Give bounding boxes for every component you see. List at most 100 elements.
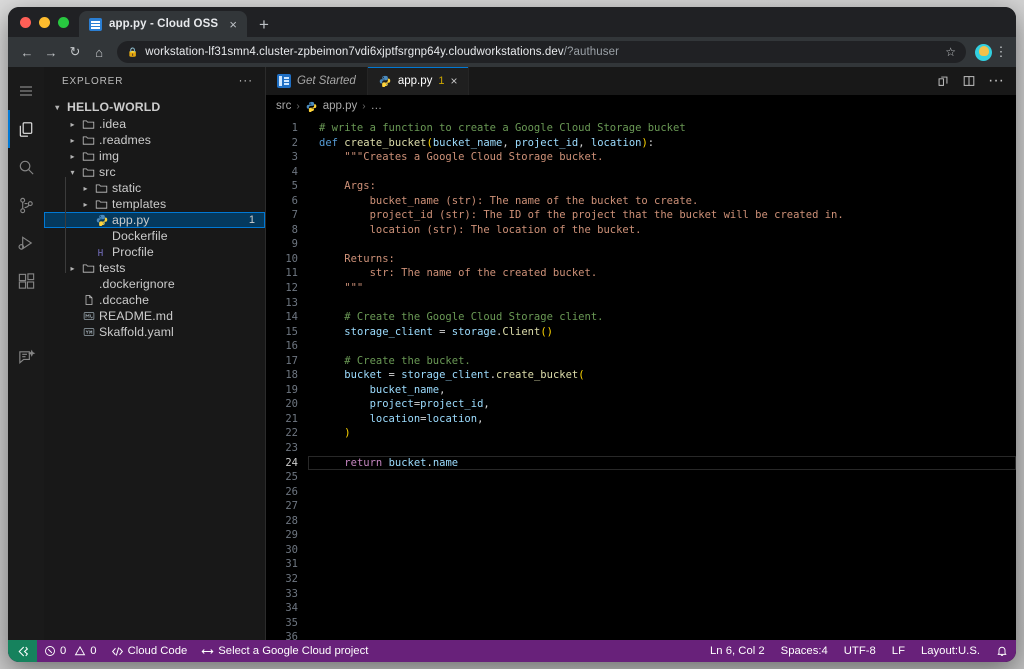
tree-folder[interactable]: ▸img <box>44 148 265 164</box>
tree-file[interactable]: .dccache <box>44 292 265 308</box>
status-cursor-position[interactable]: Ln 6, Col 2 <box>702 640 773 662</box>
code-line[interactable] <box>319 557 1016 572</box>
chevron-down-icon[interactable]: ▾ <box>67 168 78 177</box>
new-tab-button[interactable]: + <box>259 16 269 33</box>
code-line[interactable]: ) <box>319 426 1016 441</box>
reload-icon[interactable]: ↻ <box>64 41 86 63</box>
tree-root[interactable]: ▾HELLO-WORLD <box>44 98 265 116</box>
breadcrumb-item-file[interactable]: app.py <box>323 100 358 112</box>
forward-icon[interactable]: → <box>40 41 62 63</box>
close-window-button[interactable] <box>20 17 31 28</box>
tree-folder[interactable]: ▾src <box>44 164 265 180</box>
code-line[interactable]: # Create the bucket. <box>319 354 1016 369</box>
code-line[interactable] <box>319 587 1016 602</box>
code-lines[interactable]: # write a function to create a Google Cl… <box>308 121 1016 640</box>
tree-file[interactable]: .dockerignore <box>44 276 265 292</box>
code-line[interactable]: # write a function to create a Google Cl… <box>319 121 1016 136</box>
search-icon[interactable] <box>8 148 44 186</box>
code-line[interactable] <box>319 296 1016 311</box>
browser-tab[interactable]: app.py - Cloud OSS × <box>79 11 247 37</box>
browser-menu-icon[interactable]: ⋮ <box>994 47 1008 56</box>
tree-folder[interactable]: ▸static <box>44 180 265 196</box>
status-problems[interactable]: 0 0 <box>37 640 104 662</box>
chat-icon[interactable] <box>8 338 44 376</box>
address-bar[interactable]: 🔒 workstation-lf31smn4.cluster-zpbeimon7… <box>117 41 966 63</box>
code-editor[interactable]: 1234567891011121314151617181920212223242… <box>266 117 1016 640</box>
chevron-down-icon[interactable]: ▾ <box>52 103 63 112</box>
menu-icon[interactable] <box>8 72 44 110</box>
code-line[interactable]: Returns: <box>319 252 1016 267</box>
explorer-icon[interactable] <box>8 110 44 148</box>
status-gcp-project[interactable]: Select a Google Cloud project <box>194 640 375 662</box>
code-line[interactable] <box>319 543 1016 558</box>
close-icon[interactable]: × <box>227 18 239 31</box>
tree-file[interactable]: Procfile <box>44 244 265 260</box>
breadcrumb[interactable]: src › app.py › … <box>266 95 1016 117</box>
tree-file[interactable]: README.md <box>44 308 265 324</box>
code-line[interactable]: bucket_name (str): The name of the bucke… <box>319 194 1016 209</box>
extensions-icon[interactable] <box>8 262 44 300</box>
code-line[interactable] <box>319 572 1016 587</box>
code-line[interactable] <box>319 237 1016 252</box>
tree-file[interactable]: app.py1 <box>44 212 265 228</box>
status-encoding[interactable]: UTF-8 <box>836 640 884 662</box>
toggle-panel-icon[interactable] <box>962 74 976 88</box>
tab-app-py[interactable]: app.py 1 × <box>368 67 470 95</box>
minimize-window-button[interactable] <box>39 17 50 28</box>
status-keyboard-layout[interactable]: Layout:U.S. <box>913 640 988 662</box>
tree-folder[interactable]: ▸.readmes <box>44 132 265 148</box>
tree-folder[interactable]: ▸templates <box>44 196 265 212</box>
code-line[interactable] <box>319 601 1016 616</box>
code-line[interactable]: str: The name of the created bucket. <box>319 266 1016 281</box>
code-line[interactable] <box>319 470 1016 485</box>
code-line[interactable]: bucket = storage_client.create_bucket( <box>319 368 1016 383</box>
more-actions-icon[interactable]: ··· <box>988 72 1004 90</box>
status-indentation[interactable]: Spaces:4 <box>773 640 836 662</box>
profile-avatar[interactable] <box>975 44 992 61</box>
status-eol[interactable]: LF <box>884 640 913 662</box>
code-line[interactable] <box>319 499 1016 514</box>
explorer-more-actions-icon[interactable]: ··· <box>238 77 253 84</box>
bookmark-star-icon[interactable]: ☆ <box>945 45 956 59</box>
source-control-icon[interactable] <box>8 186 44 224</box>
code-line[interactable]: bucket_name, <box>319 383 1016 398</box>
code-line[interactable] <box>319 441 1016 456</box>
home-icon[interactable]: ⌂ <box>88 41 110 63</box>
back-icon[interactable]: ← <box>16 41 38 63</box>
maximize-window-button[interactable] <box>58 17 69 28</box>
code-line[interactable]: """Creates a Google Cloud Storage bucket… <box>319 150 1016 165</box>
tree-file[interactable]: Skaffold.yaml <box>44 324 265 340</box>
code-line[interactable] <box>319 339 1016 354</box>
code-line[interactable] <box>319 616 1016 631</box>
split-editor-right-icon[interactable] <box>936 74 950 88</box>
chevron-right-icon[interactable]: ▸ <box>67 120 78 129</box>
code-line[interactable]: Args: <box>319 179 1016 194</box>
code-line[interactable] <box>319 528 1016 543</box>
code-line[interactable]: # Create the Google Cloud Storage client… <box>319 310 1016 325</box>
code-line[interactable]: storage_client = storage.Client() <box>319 325 1016 340</box>
code-line[interactable]: project=project_id, <box>319 397 1016 412</box>
cloud-code-icon[interactable] <box>8 300 44 338</box>
chevron-right-icon[interactable]: ▸ <box>67 152 78 161</box>
code-line[interactable]: """ <box>319 281 1016 296</box>
breadcrumb-item-symbol[interactable]: … <box>371 100 383 112</box>
breadcrumb-item-src[interactable]: src <box>276 100 291 112</box>
tree-folder[interactable]: ▸tests <box>44 260 265 276</box>
code-line[interactable] <box>319 485 1016 500</box>
tree-file[interactable]: Dockerfile <box>44 228 265 244</box>
tab-get-started[interactable]: Get Started <box>266 67 368 95</box>
close-icon[interactable]: × <box>450 75 457 87</box>
tree-folder[interactable]: ▸.idea <box>44 116 265 132</box>
chevron-right-icon[interactable]: ▸ <box>67 264 78 273</box>
code-line[interactable] <box>319 165 1016 180</box>
file-tree[interactable]: ▾HELLO-WORLD▸.idea▸.readmes▸img▾src▸stat… <box>44 95 265 640</box>
code-line[interactable]: project_id (str): The ID of the project … <box>319 208 1016 223</box>
chevron-right-icon[interactable]: ▸ <box>80 184 91 193</box>
bell-icon[interactable] <box>988 640 1016 662</box>
code-line[interactable]: return bucket.name <box>308 456 1016 471</box>
code-line[interactable]: location (str): The location of the buck… <box>319 223 1016 238</box>
code-line[interactable]: location=location, <box>319 412 1016 427</box>
chevron-right-icon[interactable]: ▸ <box>80 200 91 209</box>
status-cloud-code[interactable]: Cloud Code <box>104 640 195 662</box>
remote-window-icon[interactable] <box>8 640 37 662</box>
